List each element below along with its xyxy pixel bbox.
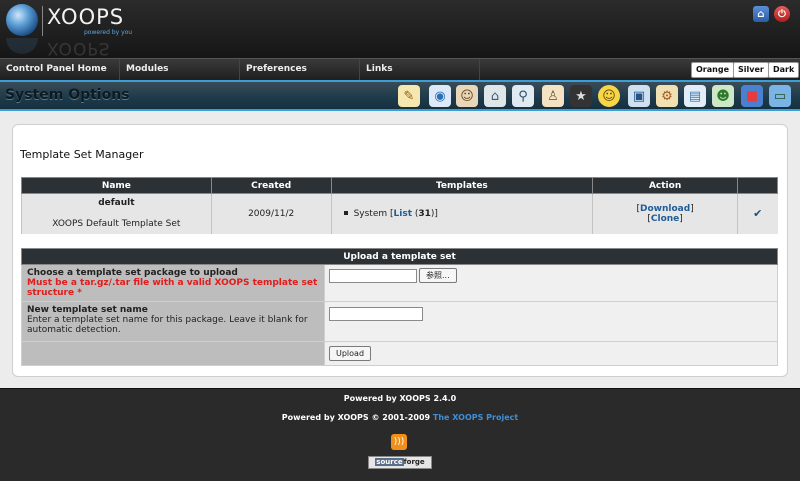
form-header-row: Upload a template set bbox=[21, 248, 778, 265]
name-label: New template set name bbox=[27, 305, 148, 315]
column-header-status bbox=[737, 177, 778, 194]
list-templates-link[interactable]: List bbox=[394, 209, 412, 219]
file-path-input[interactable] bbox=[329, 268, 417, 283]
xoops-logo-icon[interactable] bbox=[6, 4, 38, 36]
menu-item-preferences[interactable]: Preferences bbox=[240, 59, 360, 80]
submit-field-cell: Upload bbox=[324, 341, 778, 366]
package-label: Choose a template set package to upload bbox=[27, 268, 238, 278]
package-requirement-note: Must be a tar.gz/.tar file with a valid … bbox=[27, 278, 318, 298]
template-set-status-cell: ✔ bbox=[737, 193, 778, 234]
logo-separator bbox=[42, 6, 43, 36]
package-field-cell: 参照... bbox=[324, 264, 778, 302]
home-icon[interactable]: ⌂ bbox=[753, 6, 769, 22]
clone-link[interactable]: Clone bbox=[651, 214, 679, 224]
column-header-action: Action bbox=[592, 177, 739, 194]
template-set-modules-cell: System [List (31)] bbox=[330, 193, 593, 234]
house-icon[interactable]: ⌂ bbox=[484, 85, 506, 107]
submit-label-cell bbox=[21, 341, 325, 366]
logo-text[interactable]: XOOPS bbox=[47, 5, 124, 29]
checkmark-icon: ✔ bbox=[753, 207, 763, 221]
column-header-name: Name bbox=[21, 177, 212, 194]
star-icon[interactable]: ★ bbox=[570, 85, 592, 107]
footer-copyright: Powered by XOOPS © 2001-2009 The XOOPS P… bbox=[0, 413, 800, 422]
logo-text-reflection: XOOPS bbox=[47, 38, 111, 58]
column-header-templates: Templates bbox=[330, 177, 594, 194]
screen-icon[interactable]: ▭ bbox=[769, 85, 791, 107]
bullet-icon bbox=[343, 211, 348, 216]
search-icon[interactable]: ⚲ bbox=[512, 85, 534, 107]
table-header-row: Name Created Templates Action bbox=[21, 177, 778, 194]
section-title: System Options bbox=[5, 87, 130, 103]
table-row: default XOOPS Default Template Set 2009/… bbox=[21, 193, 778, 234]
page-title: Template Set Manager bbox=[20, 148, 144, 161]
sf-text-source: source bbox=[375, 458, 404, 466]
menu-item-modules[interactable]: Modules bbox=[120, 59, 240, 80]
system-options-bar: System Options ✎ ◉ ☺ ⌂ ⚲ ♙ ★ ☺ ▣ ⚙ ▤ ☻ ■… bbox=[0, 80, 800, 111]
form-row-name: New template set name Enter a template s… bbox=[21, 301, 778, 342]
menu-item-links[interactable]: Links bbox=[360, 59, 480, 80]
template-module-name: System bbox=[353, 208, 388, 219]
smile-icon[interactable]: ☺ bbox=[598, 85, 620, 107]
form-row-submit: Upload bbox=[21, 341, 778, 366]
name-field-cell bbox=[324, 301, 778, 342]
package-label-cell: Choose a template set package to upload … bbox=[21, 264, 325, 302]
template-set-name: default bbox=[98, 198, 135, 209]
footer-powered-by: Powered by XOOPS 2.4.0 bbox=[343, 394, 457, 403]
power-icon[interactable]: ⏻ bbox=[774, 6, 790, 22]
upload-button[interactable]: Upload bbox=[329, 346, 372, 361]
footer: Powered by XOOPS 2.4.0 Powered by XOOPS … bbox=[0, 388, 800, 481]
form-row-package: Choose a template set package to upload … bbox=[21, 264, 778, 302]
image-icon[interactable]: ▤ bbox=[684, 85, 706, 107]
template-set-name-input[interactable] bbox=[329, 307, 423, 321]
name-help-text: Enter a template set name for this packa… bbox=[27, 315, 308, 335]
group-icon[interactable]: ☻ bbox=[712, 85, 734, 107]
upload-template-set-form: Upload a template set Choose a template … bbox=[21, 248, 778, 366]
monitor-icon[interactable]: ▣ bbox=[628, 85, 650, 107]
main-menu: Control Panel Home Modules Preferences L… bbox=[0, 58, 800, 80]
template-count: 31 bbox=[418, 208, 431, 219]
users-icon[interactable]: ☺ bbox=[456, 85, 478, 107]
theme-dark-button[interactable]: Dark bbox=[768, 62, 800, 78]
sourceforge-badge[interactable]: sourceforge bbox=[368, 456, 432, 469]
logo-reflection bbox=[6, 38, 38, 54]
rss-icon[interactable]: ))) bbox=[391, 434, 407, 450]
header: XOOPS powered by you XOOPS ⌂ ⏻ bbox=[0, 0, 800, 58]
globe-icon[interactable]: ◉ bbox=[429, 85, 451, 107]
blocks-icon[interactable]: ■ bbox=[741, 85, 763, 107]
logo-tagline: powered by you bbox=[84, 29, 133, 36]
xoops-project-link[interactable]: The XOOPS Project bbox=[433, 413, 518, 422]
copyright-text: Powered by XOOPS © 2001-2009 bbox=[281, 413, 431, 422]
browse-button[interactable]: 参照... bbox=[419, 268, 457, 283]
person-icon[interactable]: ♙ bbox=[542, 85, 564, 107]
template-set-description: XOOPS Default Template Set bbox=[52, 219, 181, 230]
menu-item-control-panel-home[interactable]: Control Panel Home bbox=[0, 59, 120, 80]
name-label-cell: New template set name Enter a template s… bbox=[21, 301, 325, 342]
theme-orange-button[interactable]: Orange bbox=[691, 62, 734, 78]
theme-silver-button[interactable]: Silver bbox=[733, 62, 769, 78]
template-sets-table: Name Created Templates Action default XO… bbox=[21, 177, 778, 234]
sf-text-forge: forge bbox=[403, 458, 425, 466]
template-set-created: 2009/11/2 bbox=[210, 193, 332, 234]
edit-icon[interactable]: ✎ bbox=[398, 85, 420, 107]
template-set-actions-cell: [Download] [Clone] bbox=[592, 193, 738, 234]
form-title: Upload a template set bbox=[21, 248, 778, 265]
gear-icon[interactable]: ⚙ bbox=[656, 85, 678, 107]
download-link[interactable]: Download bbox=[640, 204, 690, 214]
column-header-created: Created bbox=[210, 177, 332, 194]
template-set-name-cell: default XOOPS Default Template Set bbox=[21, 193, 212, 234]
